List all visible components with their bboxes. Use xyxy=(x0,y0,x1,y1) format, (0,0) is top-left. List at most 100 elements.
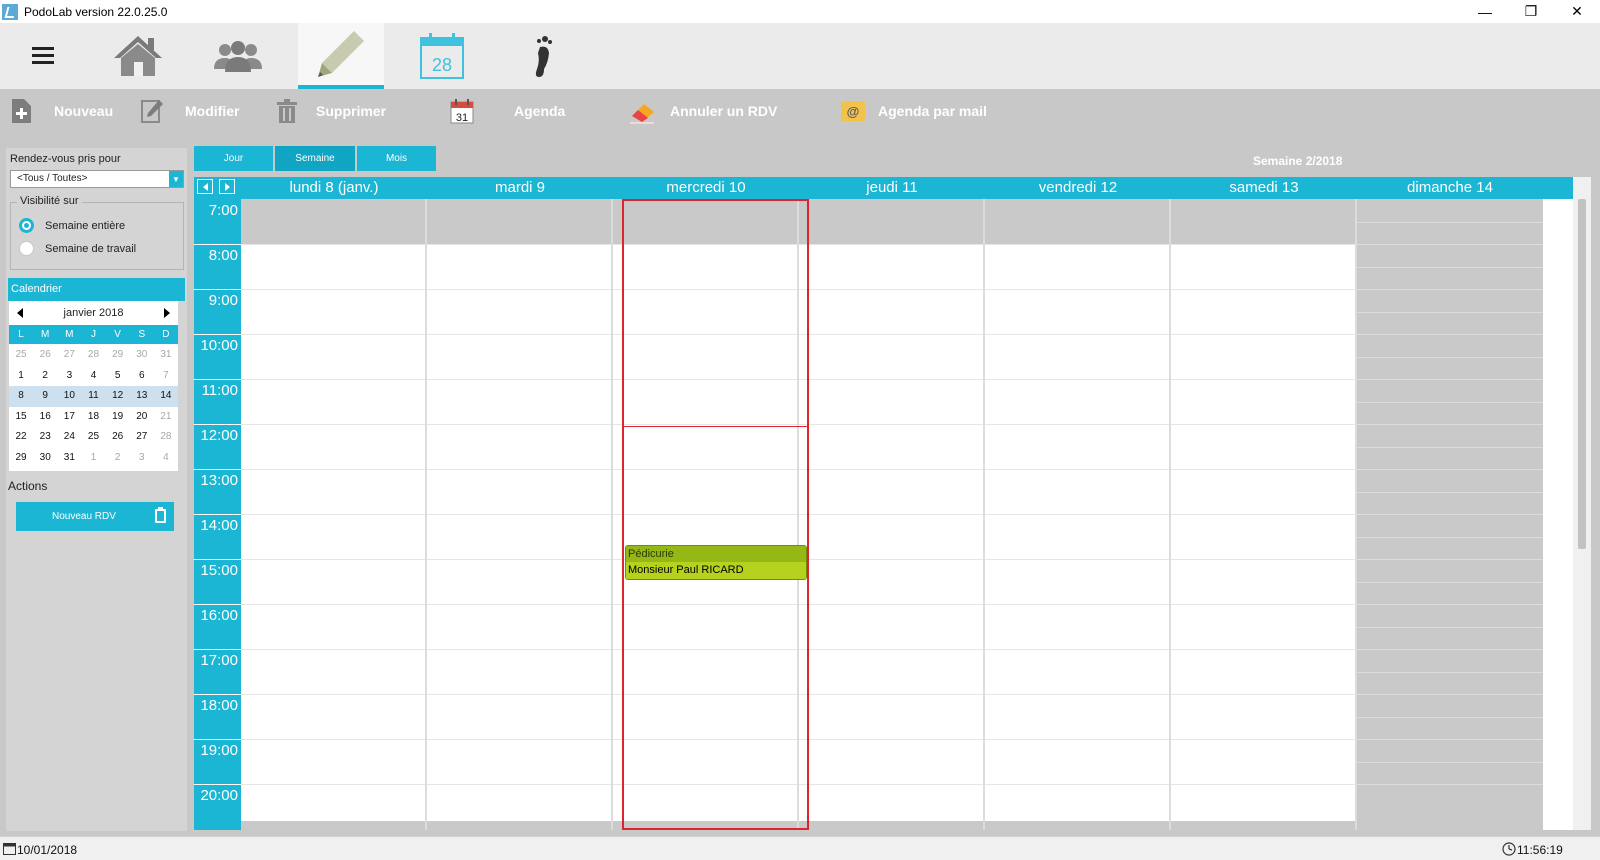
new-document-icon xyxy=(12,99,31,123)
calendar-day[interactable]: 29 xyxy=(9,448,33,469)
off-hours-block xyxy=(985,199,1169,244)
day-column[interactable] xyxy=(1171,199,1357,830)
day-column[interactable] xyxy=(241,199,427,830)
calendar-day[interactable]: 9 xyxy=(33,386,58,407)
calendar-28-icon: 28 xyxy=(420,33,464,79)
calendar-day[interactable]: 4 xyxy=(154,448,178,469)
agenda-button[interactable]: 31 Agenda xyxy=(450,95,565,127)
radio-whole-week[interactable]: Semaine entière xyxy=(19,218,125,233)
calendar-day[interactable]: 11 xyxy=(81,386,106,407)
calendar-day[interactable]: 18 xyxy=(81,407,105,428)
calendar-day[interactable]: 2 xyxy=(33,366,57,387)
calendar-day[interactable]: 28 xyxy=(154,427,178,448)
day-column[interactable] xyxy=(799,199,985,830)
calendar-day[interactable]: 23 xyxy=(33,427,57,448)
modify-button[interactable]: Modifier xyxy=(140,95,239,127)
calendar-day[interactable]: 27 xyxy=(57,345,81,366)
half-hour-gridline xyxy=(1357,717,1543,718)
tab-month[interactable]: Mois xyxy=(357,146,436,171)
calendar-day[interactable]: 12 xyxy=(105,386,130,407)
today-selection-line xyxy=(624,426,807,427)
clock-icon xyxy=(1502,842,1516,856)
calendar-day[interactable]: 30 xyxy=(130,345,154,366)
calendar-day[interactable]: 26 xyxy=(33,345,57,366)
calendar-day[interactable]: 3 xyxy=(57,366,81,387)
calendar-day[interactable]: 24 xyxy=(57,427,81,448)
day-column[interactable] xyxy=(985,199,1171,830)
calendar-day[interactable]: 4 xyxy=(81,366,105,387)
new-button[interactable]: Nouveau xyxy=(10,95,113,127)
agenda-edit-button[interactable] xyxy=(298,23,384,89)
tab-day[interactable]: Jour xyxy=(194,146,273,171)
day-header[interactable]: samedi 13 xyxy=(1171,177,1357,199)
day-header[interactable]: mardi 9 xyxy=(427,177,613,199)
calendar-day[interactable]: 14 xyxy=(153,386,178,407)
calendar-button[interactable]: 28 xyxy=(404,23,480,89)
calendar-day[interactable]: 28 xyxy=(81,345,105,366)
calendar-day[interactable]: 7 xyxy=(154,366,178,387)
home-icon xyxy=(114,36,162,76)
calendar-day[interactable]: 15 xyxy=(9,407,33,428)
footcare-button[interactable] xyxy=(518,23,568,89)
half-hour-gridline xyxy=(1357,312,1543,313)
menu-button[interactable] xyxy=(20,23,66,89)
calendar-day[interactable]: 26 xyxy=(106,427,130,448)
calendar-day[interactable]: 10 xyxy=(57,386,82,407)
day-column[interactable] xyxy=(1357,199,1543,830)
calendar-day[interactable]: 3 xyxy=(130,448,154,469)
calendar-day[interactable]: 31 xyxy=(154,345,178,366)
calendar-day[interactable]: 30 xyxy=(33,448,57,469)
day-column[interactable] xyxy=(427,199,613,830)
day-header[interactable]: jeudi 11 xyxy=(799,177,985,199)
day-header[interactable]: mercredi 10 xyxy=(613,177,799,199)
calendar-day[interactable]: 31 xyxy=(57,448,81,469)
agenda-mail-button[interactable]: @ Agenda par mail xyxy=(840,95,987,127)
home-button[interactable] xyxy=(98,23,178,89)
calendar-day[interactable]: 6 xyxy=(130,366,154,387)
calendar-day[interactable]: 22 xyxy=(9,427,33,448)
prev-week-button[interactable] xyxy=(197,179,213,194)
next-month-icon[interactable] xyxy=(164,308,170,318)
radio-whole-week-label: Semaine entière xyxy=(45,219,126,232)
calendar-day[interactable]: 17 xyxy=(57,407,81,428)
cancel-rdv-button[interactable]: Annuler un RDV xyxy=(628,95,777,127)
prev-month-icon[interactable] xyxy=(17,308,23,318)
calendar-day[interactable]: 19 xyxy=(106,407,130,428)
half-hour-gridline xyxy=(1357,762,1543,763)
calendar-day[interactable]: 13 xyxy=(129,386,154,407)
new-rdv-button[interactable]: Nouveau RDV xyxy=(16,502,174,531)
calendar-day[interactable]: 20 xyxy=(130,407,154,428)
hour-gridline xyxy=(985,514,1169,515)
hour-gridline xyxy=(985,559,1169,560)
calendar-day[interactable]: 5 xyxy=(106,366,130,387)
hour-gridline xyxy=(427,244,611,245)
calendar-day[interactable]: 25 xyxy=(9,345,33,366)
day-header[interactable]: lundi 8 (janv.) xyxy=(241,177,427,199)
practitioner-select[interactable]: <Tous / Toutes> ▼ xyxy=(10,170,184,188)
radio-work-week[interactable]: Semaine de travail xyxy=(19,241,136,256)
calendar-day[interactable]: 25 xyxy=(81,427,105,448)
calendar-day[interactable]: 16 xyxy=(33,407,57,428)
restore-button[interactable]: ❐ xyxy=(1508,0,1554,23)
delete-button[interactable]: Supprimer xyxy=(276,95,386,127)
close-button[interactable]: ✕ xyxy=(1554,0,1600,23)
status-bar: 10/01/2018 11:56:19 xyxy=(0,836,1600,860)
calendar-day[interactable]: 21 xyxy=(154,407,178,428)
calendar-day[interactable]: 8 xyxy=(9,386,34,407)
day-header[interactable]: vendredi 12 xyxy=(985,177,1171,199)
calendar-day[interactable]: 27 xyxy=(130,427,154,448)
minimize-button[interactable]: — xyxy=(1462,0,1508,23)
calendar-day[interactable]: 1 xyxy=(9,366,33,387)
day-header[interactable]: dimanche 14 xyxy=(1357,177,1543,199)
calendar-day[interactable]: 2 xyxy=(106,448,130,469)
next-week-button[interactable] xyxy=(219,179,235,194)
calendar-day[interactable]: 29 xyxy=(106,345,130,366)
patients-button[interactable] xyxy=(198,23,278,89)
scrollbar-thumb[interactable] xyxy=(1578,199,1586,549)
half-hour-gridline xyxy=(1357,537,1543,538)
calendar-day[interactable]: 1 xyxy=(81,448,105,469)
scheduler-scrollbar[interactable] xyxy=(1573,177,1591,830)
tab-week[interactable]: Semaine xyxy=(275,146,355,171)
half-hour-gridline xyxy=(1357,672,1543,673)
appointment-block[interactable]: Pédicurie Monsieur Paul RICARD xyxy=(625,545,807,580)
